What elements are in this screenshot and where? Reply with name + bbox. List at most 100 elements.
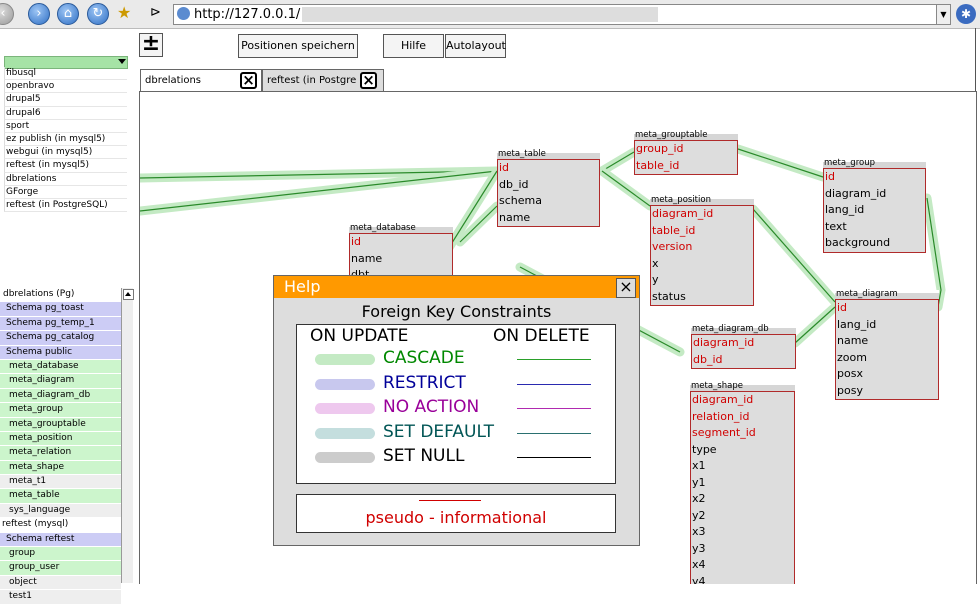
table-column: status [652, 289, 686, 303]
table-column: diagram_id [692, 393, 754, 406]
table-column: id [825, 170, 836, 183]
database-item[interactable]: openbravo [4, 80, 127, 94]
table-column: diagram_id [652, 207, 714, 220]
database-item[interactable]: fibusql [4, 67, 127, 81]
scrollbar[interactable] [121, 288, 134, 583]
url-redacted [302, 7, 658, 22]
go-icon[interactable]: ⊳ [150, 6, 166, 20]
database-item[interactable]: drupal5 [4, 93, 127, 107]
table-name: meta_diagram [835, 290, 939, 299]
fk-label: SET DEFAULT [383, 421, 494, 442]
table-meta-diagram-db[interactable]: meta_diagram_db diagram_id db_id [691, 325, 796, 369]
reload-icon[interactable]: ↻ [87, 3, 109, 25]
tree-item-table[interactable]: meta_group [0, 402, 121, 417]
table-meta-shape[interactable]: meta_shape diagram_id relation_id segment_i… [690, 382, 795, 584]
database-item[interactable]: drupal6 [4, 106, 127, 120]
url-text: http://127.0.0.1/ [194, 7, 301, 22]
tree-item-head[interactable]: dbrelations (Pg) [0, 287, 121, 301]
tree-item-table[interactable]: meta_grouptable [0, 416, 121, 431]
table-column: name [837, 334, 869, 347]
table-meta-position[interactable]: meta_position diagram_id table_id version x y… [650, 196, 754, 306]
help-button[interactable]: Hilfe [383, 34, 444, 58]
tab-reftest[interactable]: reftest (in Postgre × [262, 69, 384, 91]
home-icon[interactable]: ⌂ [57, 3, 79, 25]
tree-item-table[interactable]: meta_relation [0, 445, 121, 460]
update-swatch [315, 378, 375, 390]
table-column: name [499, 210, 531, 224]
table-column: group_id [636, 142, 684, 155]
tree-item-table[interactable]: meta_diagram_db [0, 387, 121, 403]
table-column: x2 [692, 492, 706, 505]
database-item[interactable]: reftest (in mysql5) [4, 159, 127, 173]
back-icon[interactable]: ‹ [0, 3, 14, 25]
tree-item-schema[interactable]: Schema public [0, 344, 121, 359]
bookmark-icon[interactable]: ★ [117, 4, 139, 22]
forward-icon[interactable]: › [28, 3, 50, 25]
update-swatch [315, 427, 375, 439]
pseudo-line [419, 500, 481, 501]
update-swatch [315, 452, 375, 464]
pseudo-label: pseudo - informational [365, 508, 547, 527]
table-column: y3 [692, 541, 706, 555]
database-item[interactable]: ez publish (in mysql5) [4, 132, 127, 147]
table-meta-table[interactable]: meta_table id db_id schema name [497, 150, 600, 227]
close-icon[interactable]: × [616, 278, 636, 298]
table-column: diagram_id [825, 186, 887, 200]
table-column: type [692, 442, 717, 456]
table-column: id [837, 301, 848, 314]
tree-item-table[interactable]: meta_diagram [0, 373, 121, 388]
table-columns: diagram_id relation_id segment_id type x1 y1 x… [690, 391, 795, 584]
database-item[interactable]: GForge [4, 185, 127, 199]
tree-item-plain[interactable]: sys_language [0, 502, 121, 518]
tab-dbrelations[interactable]: dbrelations × [140, 69, 262, 91]
table-column: lang_id [837, 317, 877, 331]
close-icon[interactable]: × [360, 72, 377, 89]
table-name: meta_group [823, 159, 926, 168]
update-swatch [315, 354, 375, 365]
tab-label: dbrelations [145, 75, 202, 86]
database-item[interactable]: dbrelations [4, 172, 127, 186]
tree-item-plain[interactable]: meta_t1 [0, 474, 121, 489]
tree-item-plain[interactable]: object [0, 574, 121, 590]
relation-line[interactable] [601, 151, 635, 172]
tree-item-schema[interactable]: Schema pg_temp_1 [0, 315, 121, 331]
tree-item-table[interactable]: meta_table [0, 488, 121, 503]
tree-item-schema[interactable]: Schema pg_catalog [0, 330, 121, 345]
delete-swatch [517, 359, 591, 360]
on-update-header: ON UPDATE [310, 326, 409, 346]
tree-item-schema[interactable]: Schema pg_toast [0, 301, 121, 316]
autolayout-button[interactable]: Autolayout [445, 34, 506, 58]
tree-item-plain[interactable]: test1 [0, 589, 121, 604]
delete-swatch [517, 457, 591, 459]
tree-item-table[interactable]: group_user [0, 560, 121, 575]
tree-item-table[interactable]: meta_shape [0, 459, 121, 475]
help-titlebar[interactable]: Help × [274, 276, 639, 298]
tree-item-schema[interactable]: Schema reftest [0, 531, 121, 547]
schema-tree: dbrelations (Pg) Schema pg_toast Schema pg… [0, 287, 121, 604]
on-delete-header: ON DELETE [493, 326, 590, 346]
table-meta-grouptable[interactable]: meta_grouptable group_id table_id [634, 131, 738, 175]
table-column: x [652, 256, 659, 270]
tree-item-table[interactable]: meta_database [0, 358, 121, 374]
tree-item-table[interactable]: meta_position [0, 430, 121, 446]
url-dropdown-icon[interactable]: ▼ [936, 5, 950, 24]
table-column: schema [499, 194, 542, 207]
zoom-toggle-button[interactable]: ± [139, 33, 163, 57]
database-item[interactable]: reftest (in PostgreSQL) [4, 198, 127, 213]
database-item[interactable]: sport [4, 119, 127, 133]
relation-line[interactable] [794, 306, 836, 344]
database-item[interactable]: webgui (in mysql5) [4, 146, 127, 160]
tree-item-sec[interactable]: reftest (mysql) [0, 517, 121, 532]
save-positions-button[interactable]: Positionen speichern [238, 34, 358, 58]
scroll-up-icon[interactable] [123, 289, 134, 300]
plus-minus-icon: ± [141, 31, 161, 56]
table-column: y1 [692, 475, 706, 489]
relation-line[interactable] [737, 148, 824, 178]
table-meta-diagram[interactable]: meta_diagram id lang_id name zoom posx posy [835, 290, 939, 400]
table-meta-group[interactable]: meta_group id diagram_id lang_id text backgro… [823, 159, 926, 253]
relation-line[interactable] [601, 170, 651, 207]
tree-item-table[interactable]: group [0, 546, 121, 561]
close-icon[interactable]: × [240, 72, 257, 89]
url-bar[interactable]: http://127.0.0.1/ ▼ [173, 4, 951, 25]
table-columns: group_id table_id [634, 140, 738, 175]
